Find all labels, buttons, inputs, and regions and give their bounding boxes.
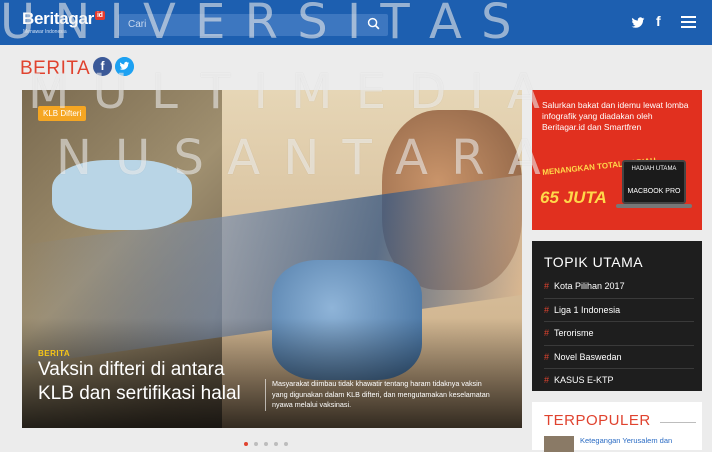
main-topics-title: TOPIK UTAMA [544, 254, 644, 270]
carousel-dot[interactable] [254, 442, 258, 446]
promo-prize-label: HADIAH UTAMA [631, 166, 677, 172]
promo-amount: 65 JUTA [540, 188, 607, 207]
logo-text: Beritagar [22, 9, 94, 28]
carousel-pagination [244, 433, 294, 446]
search-placeholder: Cari [128, 19, 147, 30]
carousel-dot[interactable] [244, 442, 248, 446]
article-tag-badge[interactable]: KLB Difteri [38, 106, 87, 121]
popular-title: TERPOPULER [544, 412, 651, 429]
twitter-share-icon[interactable] [115, 57, 134, 76]
laptop-base [616, 204, 692, 208]
article-summary: Masyarakat diimbau tidak khawatir tentan… [265, 379, 497, 411]
twitter-icon[interactable] [631, 17, 645, 29]
carousel-dot[interactable] [264, 442, 268, 446]
popular-divider [660, 422, 696, 423]
article-headline[interactable]: Vaksin difteri di antara KLB dan sertifi… [38, 358, 258, 406]
main-topics-panel: TOPIK UTAMA # Kota Pilihan 2017 # Liga 1 I… [532, 241, 702, 391]
hamburger-menu-icon[interactable] [681, 16, 696, 29]
site-logo[interactable]: Beritagar id [22, 9, 105, 29]
section-title: BERITA [20, 58, 91, 79]
top-navigation-bar: Beritagar id Menawar Indonesia Cari f [0, 0, 712, 45]
topic-item[interactable]: # Novel Baswedan [544, 346, 694, 369]
topic-item[interactable]: # Terorisme [544, 322, 694, 346]
hash-icon: # [544, 281, 550, 291]
promo-banner[interactable]: Salurkan bakat dan idemu lewat lomba inf… [532, 90, 702, 230]
topic-item[interactable]: # Kota Pilihan 2017 [544, 275, 694, 299]
logo-tagline: Menawar Indonesia [23, 29, 67, 35]
promo-text: Salurkan bakat dan idemu lewat lomba inf… [542, 100, 689, 132]
facebook-share-icon[interactable]: f [93, 57, 112, 76]
hash-icon: # [544, 328, 550, 338]
facebook-icon[interactable]: f [656, 13, 661, 29]
hash-icon: # [544, 304, 550, 315]
search-icon[interactable] [367, 17, 380, 30]
hash-icon: # [544, 375, 550, 385]
promo-prize: MACBOOK PRO [627, 188, 681, 195]
carousel-dot[interactable] [284, 442, 288, 446]
logo-badge: id [94, 11, 105, 21]
popular-article-link[interactable]: Ketegangan Yerusalem dan [580, 436, 698, 445]
hero-photo-mask [52, 160, 192, 230]
topic-item[interactable]: # KASUS E-KTP [544, 369, 694, 393]
carousel-dot[interactable] [274, 442, 278, 446]
hash-icon: # [544, 351, 550, 362]
article-category: BERITA [38, 349, 71, 358]
popular-panel: TERPOPULER Ketegangan Yerusalem dan [532, 402, 702, 452]
topic-item[interactable]: # Liga 1 Indonesia [544, 299, 694, 322]
search-input[interactable]: Cari [118, 14, 388, 36]
